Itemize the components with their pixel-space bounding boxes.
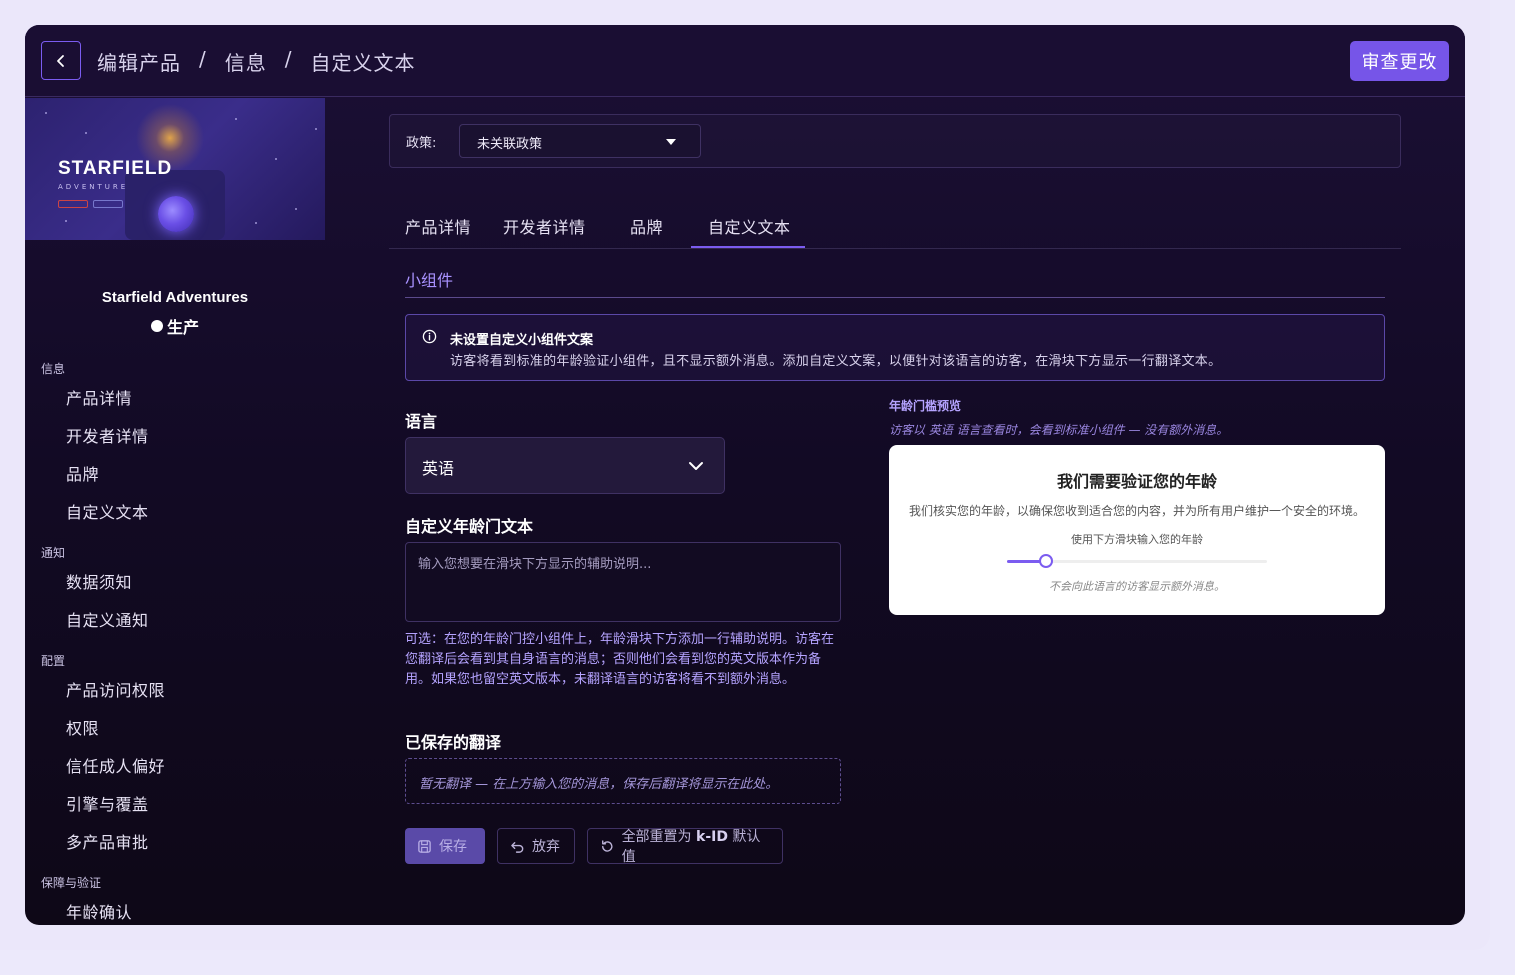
breadcrumb-item-edit-product[interactable]: 编辑产品 [97,47,181,76]
policy-panel: 政策: 未关联政策 [389,114,1401,168]
info-icon [422,329,437,344]
age-gate-preview-card: 我们需要验证您的年龄 我们核实您的年龄，以确保您收到适合您的内容，并为所有用户维… [889,445,1385,615]
breadcrumb-separator: / [284,47,293,71]
preview-title: 我们需要验证您的年龄 [1056,472,1217,491]
chevron-down-icon [689,462,703,470]
preview-subtitle: 访客以 英语 语言查看时，会看到标准小组件 — 没有额外消息。 [889,423,1229,437]
sidebar: STARFIELD ADVENTURE Starfield Adventures… [25,98,325,925]
breadcrumb-separator: / [199,47,207,71]
nav-section-notifications: 通知 [41,546,66,560]
tab-bar: 产品详情 开发者详情 品牌 自定义文本 [389,211,1401,249]
undo-icon [511,841,524,853]
breadcrumb-item-custom-text: 自定义文本 [310,51,416,75]
custom-text-helper: 可选：在您的年龄门控小组件上，年龄滑块下方添加一行辅助说明。访客在您翻译后会看到… [405,632,835,687]
saved-translations-empty: 暂无翻译 — 在上方输入您的消息，保存后翻译将显示在此处。 [419,777,779,792]
sidebar-item-product-details[interactable]: 产品详情 [66,385,132,409]
discard-button-label: 放弃 [532,839,560,855]
active-tab-indicator [691,246,805,248]
tab-brand[interactable]: 品牌 [630,214,663,238]
back-button[interactable] [41,41,81,80]
sidebar-item-multi-product-approval[interactable]: 多产品审批 [66,829,149,853]
sidebar-item-product-access[interactable]: 产品访问权限 [66,677,165,701]
app-window: 编辑产品 / 信息 / 自定义文本 审查更改 STARFIELD ADVENTU… [25,25,1465,925]
custom-text-input[interactable] [405,542,841,622]
section-divider [405,297,1385,298]
product-name: Starfield Adventures [101,289,249,306]
sidebar-item-data-notice[interactable]: 数据须知 [66,569,132,593]
sidebar-item-age-confirmation[interactable]: 年龄确认 [66,899,132,923]
status-label: 生产 [166,318,199,337]
preview-hint: 使用下方滑块输入您的年龄 [1071,533,1203,546]
info-title: 未设置自定义小组件文案 [450,333,594,348]
tab-product-details[interactable]: 产品详情 [405,214,471,238]
preview-label: 年龄门槛预览 [889,399,962,413]
preview-note: 不会向此语言的访客显示额外消息。 [1049,580,1225,593]
breadcrumb: 编辑产品 / 信息 / 自定义文本 [97,47,416,76]
language-label: 语言 [405,412,438,431]
policy-select-value: 未关联政策 [477,137,543,152]
language-select-value: 英语 [422,459,455,478]
tab-custom-text[interactable]: 自定义文本 [708,214,791,238]
nav-section-info: 信息 [41,362,66,376]
saved-translations-box: 暂无翻译 — 在上方输入您的消息，保存后翻译将显示在此处。 [405,758,841,804]
thumbnail-pill [93,200,123,208]
caret-down-icon [666,139,676,145]
preview-text: 我们核实您的年龄，以确保您收到适合您的内容，并为所有用户维护一个安全的环境。 [908,504,1365,518]
product-status: 生产 [25,314,325,338]
section-title: 小组件 [405,271,454,290]
policy-label: 政策: [406,136,437,151]
info-alert: 未设置自定义小组件文案 访客将看到标准的年龄验证小组件，且不显示额外消息。添加自… [405,314,1385,381]
tab-developer-details[interactable]: 开发者详情 [503,214,586,238]
status-dot-icon [150,320,163,332]
saved-translations-label: 已保存的翻译 [405,733,502,752]
sidebar-item-brand[interactable]: 品牌 [66,461,99,485]
sidebar-item-developer-details[interactable]: 开发者详情 [66,423,149,447]
nav-section-assurance: 保障与验证 [41,876,102,890]
reset-icon [602,839,613,852]
breadcrumb-item-info[interactable]: 信息 [225,47,267,76]
discard-button[interactable]: 放弃 [497,828,575,864]
sidebar-item-engine-overrides[interactable]: 引擎与覆盖 [66,791,149,815]
top-header: 编辑产品 / 信息 / 自定义文本 审查更改 [25,25,1465,97]
nav-section-config: 配置 [41,654,66,668]
info-text: 访客将看到标准的年龄验证小组件，且不显示额外消息。添加自定义文案，以便针对该语言… [450,354,1222,369]
thumbnail-title: STARFIELD [58,158,173,179]
planet-graphic [158,196,194,232]
product-thumbnail: STARFIELD ADVENTURE [25,98,325,240]
save-icon [418,839,431,853]
thumbnail-subtitle: ADVENTURE [58,183,129,191]
reset-button-label: 全部重置为 k-ID 默认值 [621,829,761,865]
sidebar-item-trusted-adult[interactable]: 信任成人偏好 [66,753,165,777]
review-changes-button[interactable]: 审查更改 [1350,41,1449,81]
save-button[interactable]: 保存 [405,828,485,864]
sidebar-item-custom-text[interactable]: 自定义文本 [66,499,149,523]
language-select[interactable]: 英语 [405,437,725,494]
reset-defaults-button[interactable]: 全部重置为 k-ID 默认值 [587,828,783,865]
chevron-left-icon [57,54,64,67]
thumbnail-pill [58,200,88,208]
custom-text-label: 自定义年龄门文本 [405,517,534,536]
sidebar-item-permissions[interactable]: 权限 [66,715,99,739]
save-button-label: 保存 [439,839,467,855]
policy-select[interactable]: 未关联政策 [459,124,701,158]
age-slider-thumb[interactable] [1039,554,1053,568]
sidebar-item-custom-notification[interactable]: 自定义通知 [66,607,149,631]
